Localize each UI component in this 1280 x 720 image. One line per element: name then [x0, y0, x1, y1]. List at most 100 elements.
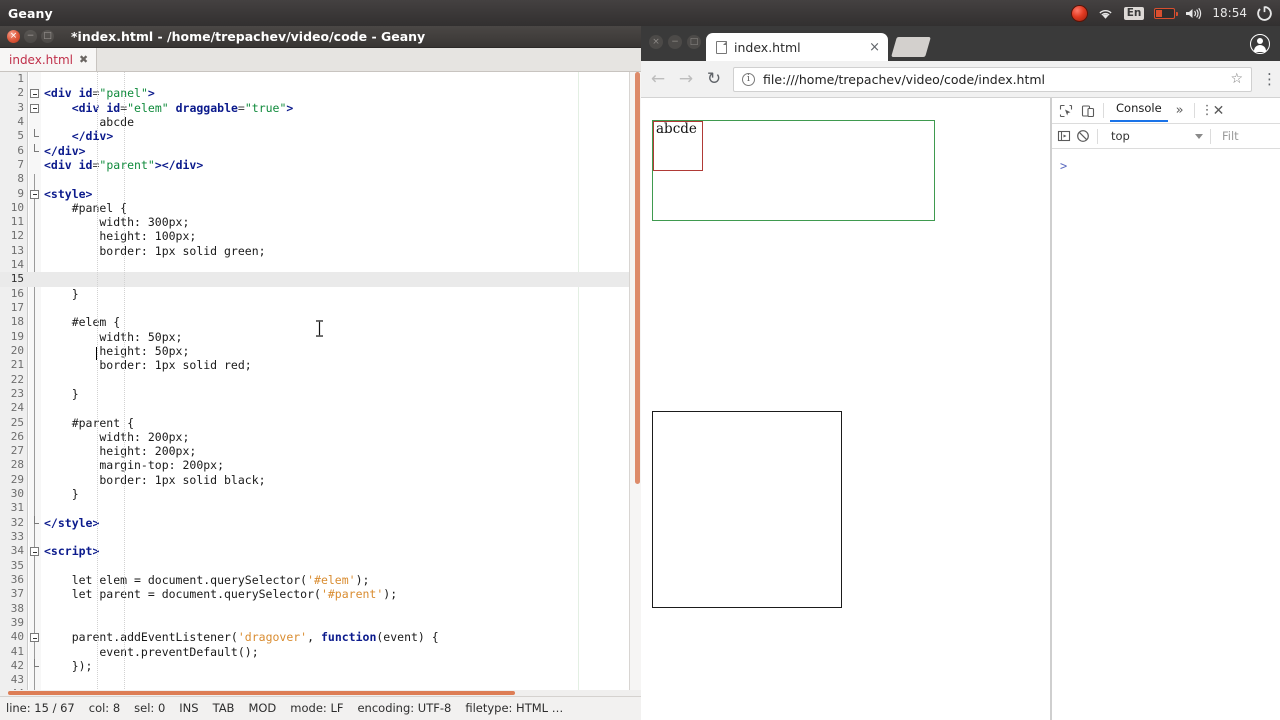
line-number: 33 [10, 530, 24, 543]
chrome-minimize-button[interactable]: − [668, 35, 682, 49]
elem-text: abcde [656, 121, 697, 137]
code-line-text: #panel { [44, 200, 128, 215]
geany-close-button[interactable]: × [7, 30, 20, 43]
line-number: 20 [10, 343, 24, 357]
geany-maximize-button[interactable]: □ [41, 30, 54, 43]
status-encoding: encoding: UTF-8 [357, 700, 452, 715]
fold-toggle-icon[interactable] [30, 189, 39, 199]
code-line-text: <div id="elem" draggable="true"> [71, 100, 294, 115]
code-line-text: <style> [44, 186, 93, 201]
forward-button[interactable]: → [677, 70, 695, 88]
code-line-text: height: 50px; [44, 343, 190, 358]
line-number: 27 [10, 444, 24, 458]
devtools-panel: Console » ⋮ ✕ top Filt > [1051, 98, 1280, 720]
keyboard-layout-indicator[interactable]: En [1123, 6, 1145, 20]
geany-minimize-button[interactable]: − [24, 30, 37, 43]
line-number: 18 [10, 315, 24, 329]
reload-button[interactable]: ↻ [705, 70, 723, 88]
console-prompt: > [1060, 159, 1068, 173]
geany-tab-index-html[interactable]: index.html ✖ [0, 48, 98, 71]
fold-toggle-icon[interactable] [30, 89, 39, 99]
line-number: 12 [10, 229, 24, 243]
execution-context-selector[interactable]: top [1105, 129, 1190, 143]
parent-div[interactable] [652, 411, 842, 608]
chrome-tabstrip: × − □ index.html × [641, 26, 1280, 61]
line-number: 25 [10, 415, 24, 429]
page-info-icon[interactable]: i [742, 72, 755, 86]
geany-window-title: *index.html - /home/trepachev/video/code… [71, 29, 426, 44]
code-line-text: } [44, 487, 79, 502]
address-bar[interactable]: i file:///home/trepachev/video/code/inde… [733, 66, 1252, 92]
profile-avatar-icon[interactable] [1250, 34, 1270, 54]
global-menu-app-name[interactable]: Geany [8, 6, 53, 21]
line-number: 17 [10, 301, 24, 314]
chrome-tab-title: index.html [734, 39, 801, 55]
back-button[interactable]: ← [649, 70, 667, 88]
code-line-text: }); [44, 658, 93, 673]
line-number: 36 [10, 572, 24, 586]
line-number: 19 [10, 329, 24, 343]
new-tab-button[interactable] [891, 37, 931, 57]
more-tabs-icon[interactable]: » [1172, 103, 1188, 118]
line-number: 10 [10, 200, 24, 214]
code-line-text: </div> [71, 129, 114, 144]
line-number: 37 [10, 587, 24, 601]
line-number: 14 [10, 258, 24, 272]
chrome-maximize-button[interactable]: □ [687, 35, 701, 49]
devtools-close-icon[interactable]: ✕ [1213, 104, 1225, 118]
close-icon[interactable]: × [869, 41, 880, 54]
gear-icon[interactable] [1257, 5, 1272, 21]
fold-toggle-icon[interactable] [30, 633, 39, 643]
code-text-area[interactable]: 12 <div id="panel"> 3 <div id="elem" dragg… [0, 72, 641, 696]
fold-toggle-icon[interactable] [30, 547, 39, 557]
line-number: 24 [10, 401, 24, 415]
devtools-settings-icon[interactable]: ⋮ [1201, 104, 1214, 117]
editor-scrollbar-thumb[interactable] [635, 72, 640, 484]
console-filter-input[interactable]: Filt [1222, 129, 1239, 143]
chrome-window: × − □ index.html × ← → ↻ i file:///home/… [641, 26, 1280, 720]
status-col: col: 8 [88, 700, 121, 715]
line-number: 9 [17, 186, 24, 200]
editor-hscrollbar-thumb[interactable] [8, 691, 515, 695]
wifi-icon[interactable] [1097, 7, 1114, 20]
line-number: 41 [10, 644, 24, 658]
chrome-tab-index-html[interactable]: index.html × [706, 33, 888, 61]
record-dot-icon[interactable] [1071, 5, 1087, 21]
code-line-text: <div id="panel"> [44, 86, 155, 101]
fold-toggle-icon[interactable] [30, 103, 39, 113]
tab-console[interactable]: Console [1110, 99, 1168, 122]
chevron-down-icon[interactable] [1195, 133, 1203, 139]
clear-console-icon[interactable] [1076, 129, 1090, 143]
volume-icon[interactable] [1185, 7, 1202, 20]
code-line-text: width: 200px; [44, 429, 190, 444]
chrome-toolbar: ← → ↻ i file:///home/trepachev/video/cod… [641, 61, 1280, 98]
geany-editor[interactable]: 12 <div id="panel"> 3 <div id="elem" dragg… [0, 72, 641, 696]
chrome-menu-icon[interactable]: ⋮ [1262, 72, 1277, 86]
line-number: 42 [10, 658, 24, 672]
code-line-text: abcde [44, 114, 135, 129]
line-number: 38 [10, 601, 24, 615]
console-output-area[interactable]: > [1052, 149, 1280, 180]
line-number: 34 [10, 544, 24, 558]
console-sidebar-icon[interactable] [1057, 129, 1071, 143]
page-viewport[interactable]: abcde [641, 98, 1050, 720]
chrome-close-button[interactable]: × [649, 35, 663, 49]
code-line-text: border: 1px solid green; [44, 243, 266, 258]
clock[interactable]: 18:54 [1212, 6, 1247, 20]
bookmark-star-icon[interactable]: ☆ [1230, 71, 1243, 87]
elem-div[interactable]: abcde [653, 121, 703, 171]
editor-horizontal-scrollbar[interactable] [0, 690, 641, 696]
devtools-toolbar: Console » ⋮ ✕ [1052, 98, 1280, 124]
close-icon[interactable]: ✖ [79, 53, 88, 66]
geany-window-controls: × − □ [0, 30, 54, 43]
toolbar-separator [1103, 103, 1104, 118]
line-number: 3 [17, 100, 24, 114]
device-toolbar-icon[interactable] [1079, 102, 1097, 120]
line-number: 16 [10, 286, 24, 300]
code-line-text: } [44, 386, 79, 401]
line-number: 40 [10, 630, 24, 644]
inspect-element-icon[interactable] [1057, 102, 1075, 120]
battery-low-icon[interactable] [1154, 7, 1179, 19]
editor-vertical-scrollbar[interactable] [629, 72, 641, 696]
ubuntu-top-panel: Geany En 18:54 [0, 0, 1280, 26]
